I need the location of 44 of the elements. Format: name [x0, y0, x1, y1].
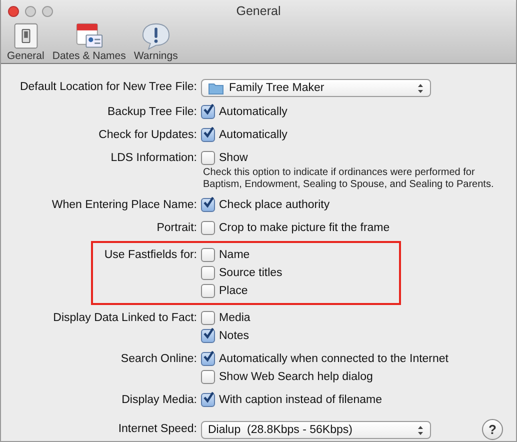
toolbar-tab[interactable]: General [5, 22, 46, 62]
close-button[interactable] [8, 6, 19, 16]
dropdown-field[interactable]: Family Tree Maker [201, 79, 431, 97]
checkbox[interactable]: Name [201, 246, 250, 264]
toolbar-tab[interactable]: Dates & Names [50, 22, 128, 62]
checkbox[interactable]: Show [201, 149, 248, 167]
checkbox[interactable]: Check place authority [201, 196, 330, 214]
check-mark-icon [202, 391, 215, 404]
checkbox[interactable]: Media [201, 309, 250, 327]
checkbox[interactable]: Notes [201, 327, 250, 345]
check-mark-icon [202, 126, 215, 139]
checkbox[interactable]: With caption instead of filename [201, 391, 382, 409]
help-button[interactable]: ? [482, 419, 503, 440]
dropdown-field[interactable]: Dialup (28.8Kbps - 56Kbps) [201, 421, 431, 439]
setting-label: Portrait: [156, 221, 198, 236]
checkbox[interactable]: Place [201, 282, 248, 300]
checkbox[interactable]: Source titles [201, 264, 282, 282]
setting-label: Search Online: [120, 352, 198, 367]
check-mark-icon [202, 103, 215, 116]
checkbox[interactable]: Crop to make picture fit the frame [201, 219, 390, 237]
updown-arrows-icon [417, 82, 424, 94]
setting-label: Internet Speed: [117, 422, 198, 437]
updown-arrows-icon [417, 424, 424, 436]
setting-label: Display Data Linked to Fact: [52, 311, 198, 326]
zoom-button[interactable] [42, 6, 53, 16]
setting-label: Backup Tree File: [106, 105, 198, 120]
checkbox[interactable]: Automatically [201, 126, 288, 144]
setting-label: When Entering Place Name: [50, 198, 198, 213]
checkbox[interactable]: Automatically [201, 103, 288, 121]
warning-bubble-icon [140, 22, 172, 50]
check-mark-icon [202, 327, 215, 340]
check-mark-icon [202, 350, 215, 363]
setting-label: Default Location for New Tree File: [18, 80, 198, 95]
help-text: Check this option to indicate if ordinances were performed for Baptism, Endowment, Sealing to Spouse, and Sealing to Parents. [202, 167, 495, 191]
check-mark-icon [202, 196, 215, 209]
window-title: General [236, 4, 281, 18]
minimize-button[interactable] [25, 6, 36, 16]
checkbox[interactable]: Automatically when connected to the Internet [201, 350, 449, 368]
setting-label: LDS Information: [110, 151, 198, 166]
setting-label: Check for Updates: [98, 128, 198, 143]
toolbar-tab[interactable]: Warnings [132, 22, 180, 62]
setting-label: Display Media: [120, 393, 198, 408]
setting-label: Use Fastfields for: [103, 248, 198, 263]
checkbox[interactable]: Show Web Search help dialog [201, 368, 373, 386]
